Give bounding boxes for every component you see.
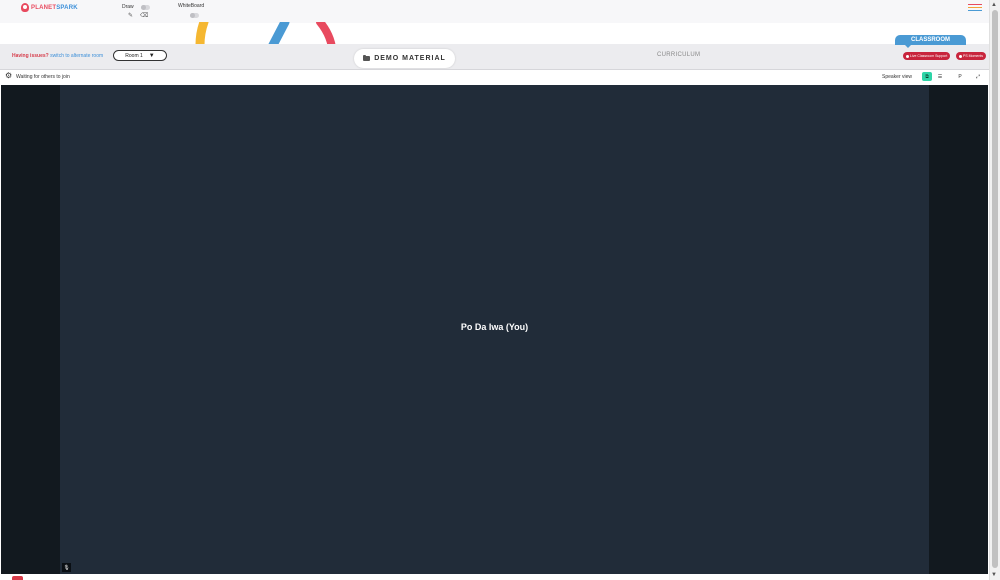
support-icon xyxy=(906,54,909,58)
issues-notice: Having issues? switch to alternate room xyxy=(12,53,103,59)
gallery-view-button[interactable]: ☰ xyxy=(935,72,945,81)
scroll-down-arrow-icon[interactable]: ▼ xyxy=(991,572,997,578)
eraser-icon[interactable]: ⌫ xyxy=(140,13,148,19)
pencil-icon[interactable]: ✎ xyxy=(128,13,133,19)
gear-icon[interactable]: ⚙ xyxy=(5,72,12,80)
meeting-status: Waiting for others to join xyxy=(16,74,70,80)
logo-text: PLANETSPARK xyxy=(31,4,78,11)
ps-moments-label: PS Moments xyxy=(963,54,984,58)
draw-tool-group: Draw xyxy=(122,4,134,10)
bottom-strip xyxy=(0,574,989,580)
room-select[interactable]: Room 1 ▼ xyxy=(113,50,167,61)
whiteboard-label: WhiteBoard xyxy=(178,3,205,9)
whiteboard-toggle[interactable] xyxy=(190,13,199,18)
planetspark-logo[interactable]: PLANETSPARK xyxy=(21,3,78,12)
top-bar xyxy=(0,0,989,23)
speaker-view-button[interactable]: ⧉ xyxy=(922,72,932,81)
logo-mark-icon xyxy=(21,3,29,12)
live-support-button[interactable]: Live Classroom Support xyxy=(903,52,951,60)
demo-material-button[interactable]: DEMO MATERIAL xyxy=(354,49,455,68)
scrollbar-thumb[interactable] xyxy=(992,10,998,568)
caret-down-icon: ▼ xyxy=(148,52,155,59)
room-select-value: Room 1 xyxy=(125,52,143,59)
live-support-label: Live Classroom Support xyxy=(910,54,948,58)
tab-curriculum[interactable]: CURRICULUM xyxy=(657,52,700,58)
hamburger-menu-icon[interactable] xyxy=(968,4,982,13)
demo-material-label: DEMO MATERIAL xyxy=(374,55,446,62)
meeting-header xyxy=(0,69,989,85)
pin-view-button[interactable]: P xyxy=(955,72,965,81)
fullscreen-button[interactable]: ⤢ xyxy=(973,72,983,81)
switch-room-link[interactable]: switch to alternate room xyxy=(50,53,103,59)
tab-classroom[interactable]: CLASSROOM xyxy=(895,35,966,45)
classroom-tab-pointer xyxy=(905,45,911,48)
draw-toggle[interactable] xyxy=(141,5,150,10)
bottom-brand-icon xyxy=(12,576,23,580)
moments-icon xyxy=(959,54,962,58)
ps-moments-button[interactable]: PS Moments xyxy=(956,52,987,60)
whiteboard-group: WhiteBoard xyxy=(178,3,204,9)
microphone-icon[interactable]: 🎙 xyxy=(62,563,71,572)
issues-label: Having issues? xyxy=(12,53,49,59)
view-mode-label: Speaker view xyxy=(882,74,913,80)
folder-icon xyxy=(363,55,371,61)
draw-label: Draw xyxy=(122,4,134,10)
participant-name: Po Da Iwa (You) xyxy=(460,322,529,332)
scroll-up-arrow-icon[interactable]: ▲ xyxy=(991,2,997,8)
